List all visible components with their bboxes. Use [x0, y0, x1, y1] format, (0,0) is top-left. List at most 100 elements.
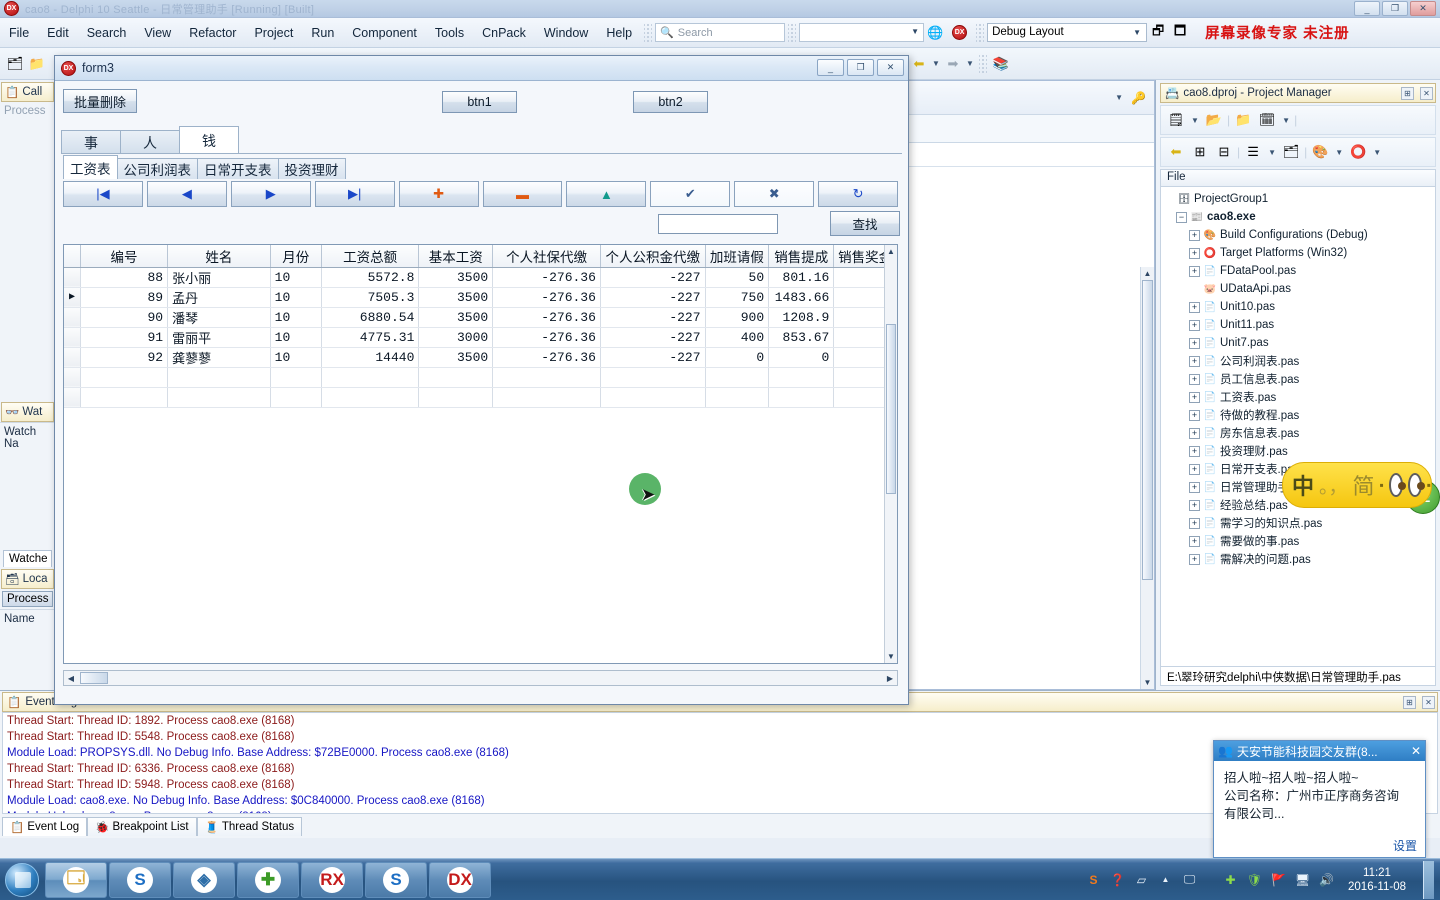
- table-row[interactable]: 92 龚蓼蓼 10 14440 3500 -276.36 -227 0 0: [64, 347, 897, 368]
- ime-punctuation-label[interactable]: 。，: [1319, 472, 1348, 499]
- insert-record-button[interactable]: ✚: [398, 181, 479, 207]
- show-desktop-button[interactable]: [1423, 860, 1434, 899]
- project-tree-node[interactable]: + 📄 需要做的事.pas: [1161, 532, 1435, 550]
- network-tray-icon[interactable]: ▱: [1133, 871, 1150, 888]
- expand-plus-icon[interactable]: +: [1189, 463, 1200, 475]
- inner-tab-2[interactable]: 日常开支表: [197, 158, 279, 179]
- grid-column-header[interactable]: 销售提成: [768, 245, 835, 268]
- event-log-tab-thread-status[interactable]: 🧵 Thread Status: [196, 816, 303, 836]
- grid-cell[interactable]: -227: [600, 267, 706, 288]
- grid-cell[interactable]: -227: [600, 287, 706, 308]
- new-items-icon[interactable]: 🗂: [4, 53, 26, 75]
- project-manager-pin-button[interactable]: ⊞: [1401, 86, 1414, 100]
- inner-tab-0[interactable]: 工资表: [63, 155, 118, 179]
- grid-cell[interactable]: 10: [270, 287, 322, 308]
- grid-scroll-thumb[interactable]: [886, 324, 896, 494]
- qq-group-notification[interactable]: 👥 天安节能科技园交友群(8... ✕ 招人啦~招人啦~招人啦~ 公司名称：广州…: [1213, 740, 1426, 858]
- menu-run[interactable]: Run: [302, 23, 343, 43]
- project-manager-close-button[interactable]: ✕: [1420, 86, 1433, 100]
- expand-plus-icon[interactable]: +: [1189, 319, 1200, 331]
- call-stack-header[interactable]: 📋 Call: [1, 82, 54, 102]
- menu-component[interactable]: Component: [343, 23, 426, 43]
- local-variables-header[interactable]: 🗃 Loca: [1, 569, 54, 589]
- table-row[interactable]: 91 雷丽平 10 4775.31 3000 -276.36 -227 400 853.67: [64, 327, 897, 348]
- taskbar-explorer[interactable]: 🗔: [45, 861, 107, 898]
- grid-row-indicator[interactable]: [64, 267, 81, 288]
- new-project-icon[interactable]: 🗒: [1165, 109, 1187, 131]
- form3-maximize-button[interactable]: ❐: [847, 59, 874, 76]
- step-forward-icon[interactable]: ➡: [942, 53, 964, 75]
- sort-list-icon[interactable]: ☰: [1242, 141, 1264, 163]
- project-tree-node[interactable]: + 📄 FDataPool.pas: [1161, 262, 1435, 280]
- btn1-button[interactable]: btn1: [442, 91, 517, 113]
- editor-scroll-thumb[interactable]: [1142, 280, 1153, 580]
- expand-plus-icon[interactable]: +: [1189, 391, 1200, 403]
- grid-cell[interactable]: -227: [600, 347, 706, 368]
- grid-row-indicator[interactable]: [64, 347, 81, 368]
- menu-window[interactable]: Window: [535, 23, 597, 43]
- new-project-caret-icon[interactable]: ▼: [1189, 116, 1201, 125]
- desktop-speed-combo[interactable]: [799, 23, 925, 42]
- grid-row-indicator[interactable]: [64, 327, 81, 348]
- grid-cell[interactable]: 孟丹: [167, 287, 271, 308]
- system-tray[interactable]: S ❓ ▱ ▲ 🖵 ✚ 🛡 🚩 🖥 🔊 11:21 2016-11-08: [1085, 860, 1440, 899]
- shield-tray-icon[interactable]: 🛡: [1246, 871, 1263, 888]
- grid-scroll-up-icon[interactable]: ▲: [885, 245, 897, 258]
- editor-scroll-down-icon[interactable]: ▼: [1141, 676, 1154, 689]
- ime-shape-label[interactable]: 简: [1353, 469, 1375, 501]
- project-tree-node[interactable]: + 📄 房东信息表.pas: [1161, 424, 1435, 442]
- expand-plus-icon[interactable]: +: [1189, 229, 1200, 241]
- ide-menu-bar[interactable]: File Edit Search View Refactor Project R…: [0, 18, 1440, 48]
- watches-tab[interactable]: Watche: [3, 550, 52, 567]
- qq-popup-close-button[interactable]: ✕: [1411, 744, 1421, 758]
- expand-plus-icon[interactable]: +: [1189, 247, 1200, 259]
- monitor-tray-icon[interactable]: 🖥: [1294, 871, 1311, 888]
- collapse-minus-icon[interactable]: −: [1176, 211, 1187, 223]
- expand-plus-icon[interactable]: +: [1189, 427, 1200, 439]
- project-tree-node[interactable]: + 📄 Unit11.pas: [1161, 316, 1435, 334]
- menu-tools[interactable]: Tools: [426, 23, 473, 43]
- project-tree-node[interactable]: 🐷 UDataApi.pas: [1161, 280, 1435, 298]
- apply-layout-icon[interactable]: 🗖: [1169, 22, 1191, 44]
- grid-cell[interactable]: 750: [705, 287, 770, 308]
- collapse-all-icon[interactable]: ⊟: [1213, 141, 1235, 163]
- grid-cell[interactable]: 50: [705, 267, 770, 288]
- table-row[interactable]: ▶ 89 孟丹 10 7505.3 3500 -276.36 -227 750 1483.66: [64, 287, 897, 308]
- ide-close-button[interactable]: ✕: [1410, 1, 1436, 16]
- menu-view[interactable]: View: [135, 23, 180, 43]
- find-input[interactable]: [658, 214, 778, 234]
- project-tree-node[interactable]: + 🎨 Build Configurations (Debug): [1161, 226, 1435, 244]
- grid-column-header[interactable]: 个人社保代缴: [492, 245, 601, 268]
- menu-project[interactable]: Project: [245, 23, 302, 43]
- grid-column-header[interactable]: 加班请假: [705, 245, 770, 268]
- step-forward-caret-icon[interactable]: ▼: [964, 59, 976, 68]
- taskbar-cube-app[interactable]: ◈: [173, 861, 235, 898]
- edit-record-button[interactable]: ▲: [566, 181, 647, 207]
- ime-language-bar[interactable]: 中 。， 简 ▪ ▪: [1282, 462, 1432, 508]
- grid-hscroll-thumb[interactable]: [80, 672, 108, 684]
- project-tree-node[interactable]: + 📄 Unit7.pas: [1161, 334, 1435, 352]
- grid-cell[interactable]: 3000: [418, 327, 494, 348]
- taskbar-dx[interactable]: DX: [429, 861, 491, 898]
- ime-mode-label[interactable]: 中: [1292, 469, 1314, 501]
- first-record-button[interactable]: |◀: [63, 181, 143, 207]
- grid-cell[interactable]: 1483.66: [768, 287, 835, 308]
- grid-cell[interactable]: -276.36: [492, 287, 601, 308]
- expand-plus-icon[interactable]: +: [1189, 409, 1200, 421]
- expand-plus-icon[interactable]: +: [1189, 553, 1200, 565]
- project-tree-node[interactable]: + 📄 待做的教程.pas: [1161, 406, 1435, 424]
- expand-plus-icon[interactable]: +: [1189, 337, 1200, 349]
- add-project-icon[interactable]: 📂: [1203, 109, 1225, 131]
- grid-cell[interactable]: 88: [80, 267, 169, 288]
- grid-cell[interactable]: 801.16: [768, 267, 835, 288]
- grid-cell[interactable]: -227: [600, 327, 706, 348]
- project-options-icon[interactable]: 🗓: [1256, 109, 1278, 131]
- form3-outer-tabs[interactable]: 事人钱: [61, 126, 902, 154]
- expand-plus-icon[interactable]: +: [1189, 265, 1200, 277]
- batch-delete-button[interactable]: 批量删除: [63, 89, 137, 113]
- save-layout-icon[interactable]: 🗗: [1147, 22, 1169, 44]
- layout-combo[interactable]: Debug Layout: [987, 23, 1148, 42]
- grid-row-indicator[interactable]: [64, 307, 81, 328]
- grid-cell[interactable]: -276.36: [492, 347, 601, 368]
- expand-plus-icon[interactable]: +: [1189, 355, 1200, 367]
